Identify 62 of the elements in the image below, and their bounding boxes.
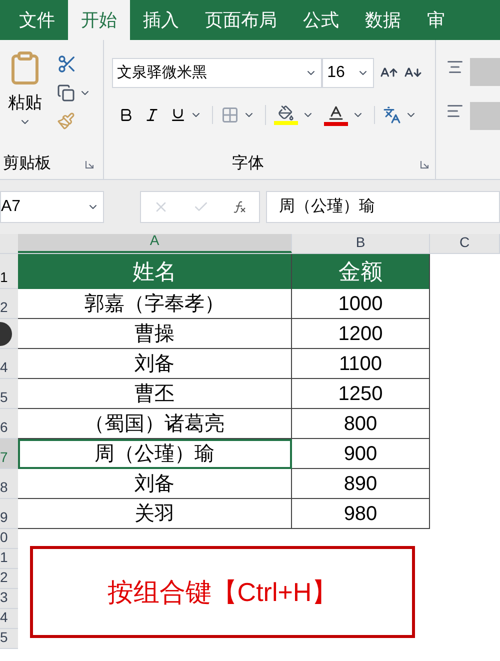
row-header[interactable]: 1 <box>0 549 18 569</box>
row-header[interactable]: 9 <box>0 499 18 529</box>
note-text: 按组合键【Ctrl+H】 <box>107 576 338 608</box>
row-header[interactable]: 4 <box>0 609 18 629</box>
table-cell: 900 <box>292 439 430 469</box>
table-cell: 刘备 <box>18 469 292 499</box>
row-header[interactable]: 0 <box>0 529 18 549</box>
group-label: 剪贴板 <box>3 154 51 174</box>
row-header[interactable]: 7 <box>0 439 18 469</box>
font-color-icon[interactable] <box>327 104 346 122</box>
table-cell: 1000 <box>292 289 430 319</box>
formula-field[interactable]: 周（公瑾）瑜 <box>266 191 500 223</box>
table-cell: 曹丕 <box>18 379 292 409</box>
ribbon-tab[interactable]: 插入 <box>130 0 192 40</box>
row-header[interactable]: 4 <box>0 349 18 379</box>
font-name-field[interactable]: 文泉驿微米黑 <box>112 58 322 88</box>
font-size-field[interactable]: 16 <box>322 58 374 88</box>
table-cell: 800 <box>292 409 430 439</box>
dialog-launcher-icon[interactable] <box>420 160 429 168</box>
ribbon-tab[interactable]: 页面布局 <box>192 0 290 40</box>
copy-icon[interactable] <box>57 84 75 102</box>
row-header[interactable]: 2 <box>0 569 18 589</box>
table-cell: 周（公瑾）瑜 <box>18 439 292 469</box>
italic-icon[interactable] <box>144 107 160 123</box>
row-header[interactable]: 2 <box>0 289 18 319</box>
row-header[interactable]: 5 <box>0 629 18 649</box>
header-cell: 金额 <box>292 254 430 289</box>
table-cell: 890 <box>292 469 430 499</box>
underline-icon[interactable] <box>170 107 186 123</box>
column-header[interactable]: A <box>18 234 292 253</box>
table-cell: 1250 <box>292 379 430 409</box>
phonetic-icon[interactable] <box>383 106 402 124</box>
name-box[interactable]: A7 <box>0 191 104 223</box>
cut-icon[interactable] <box>57 54 77 74</box>
paste-label[interactable]: 粘贴 <box>8 90 42 116</box>
table-cell: 关羽 <box>18 499 292 529</box>
table-cell: 980 <box>292 499 430 529</box>
ribbon-tab[interactable]: 开始 <box>68 0 130 40</box>
fill-color-icon[interactable] <box>278 105 294 121</box>
table-cell: 郭嘉（字奉孝） <box>18 289 292 319</box>
table-cell: （蜀国）诸葛亮 <box>18 409 292 439</box>
row-header[interactable]: 1 <box>0 254 18 289</box>
row-header[interactable]: 3 <box>0 589 18 609</box>
ribbon-tab[interactable]: 审 <box>414 0 458 40</box>
ribbon-tab[interactable]: 文件 <box>6 0 68 40</box>
function-icon[interactable] <box>233 200 247 214</box>
column-header[interactable]: C <box>430 234 500 253</box>
ribbon-tab[interactable]: 公式 <box>290 0 352 40</box>
align-left-icon[interactable] <box>446 102 464 120</box>
align-top-icon[interactable] <box>446 58 464 76</box>
ribbon-tab[interactable]: 数据 <box>352 0 414 40</box>
column-header[interactable]: B <box>292 234 430 253</box>
table-cell: 刘备 <box>18 349 292 379</box>
row-header[interactable]: 6 <box>0 409 18 439</box>
row-header[interactable]: 5 <box>0 379 18 409</box>
table-cell: 1100 <box>292 349 430 379</box>
header-cell: 姓名 <box>18 254 292 289</box>
group-label: 字体 <box>232 154 264 174</box>
table-cell: 1200 <box>292 319 430 349</box>
table-cell: 曹操 <box>18 319 292 349</box>
dialog-launcher-icon[interactable] <box>85 160 94 168</box>
row-header[interactable]: 8 <box>0 469 18 499</box>
